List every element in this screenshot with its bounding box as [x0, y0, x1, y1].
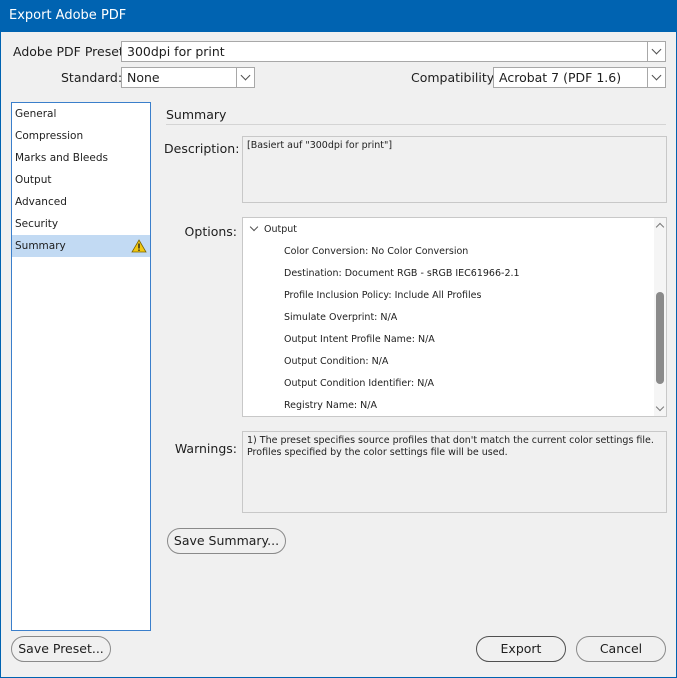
chevron-down-icon[interactable]	[647, 68, 665, 87]
description-field[interactable]: [Basiert auf "300dpi for print"]	[242, 136, 667, 203]
warnings-field[interactable]: 1) The preset specifies source profiles …	[242, 431, 667, 513]
chevron-down-icon[interactable]	[249, 222, 259, 232]
scrollbar-thumb[interactable]	[656, 292, 664, 384]
save-summary-button[interactable]: Save Summary...	[167, 528, 286, 554]
option-item: Profile Inclusion Policy: Include All Pr…	[284, 290, 482, 301]
export-button[interactable]: Export	[476, 636, 566, 662]
window-title: Export Adobe PDF	[9, 8, 127, 23]
cancel-button[interactable]: Cancel	[576, 636, 666, 662]
sidebar-item-label: Advanced	[15, 196, 67, 208]
sidebar-item-compression[interactable]: Compression	[12, 125, 150, 147]
export-pdf-dialog: Export Adobe PDF Adobe PDF Preset: 300dp…	[0, 0, 677, 678]
sidebar-item-label: Compression	[15, 130, 84, 142]
compatibility-label: Compatibility:	[411, 70, 498, 85]
tree-group-output[interactable]: Output	[264, 224, 297, 235]
sidebar-item-label: Marks and Bleeds	[15, 152, 108, 164]
compatibility-dropdown[interactable]: Acrobat 7 (PDF 1.6)	[493, 67, 666, 88]
sidebar-item-output[interactable]: Output	[12, 169, 150, 191]
sidebar-item-summary[interactable]: Summary	[12, 235, 150, 257]
description-text: [Basiert auf "300dpi for print"]	[247, 140, 393, 151]
preset-value: 300dpi for print	[127, 44, 225, 59]
warning-triangle-icon	[131, 239, 147, 253]
compatibility-value: Acrobat 7 (PDF 1.6)	[499, 70, 622, 85]
description-label: Description:	[164, 141, 240, 156]
section-title: Summary	[166, 107, 227, 122]
options-label: Options:	[184, 224, 237, 239]
option-item: Registry Name: N/A	[284, 400, 377, 411]
category-list: General Compression Marks and Bleeds Out…	[11, 102, 151, 631]
warnings-label: Warnings:	[174, 441, 237, 456]
dialog-client: Adobe PDF Preset: 300dpi for print Stand…	[1, 32, 676, 677]
section-divider	[166, 124, 666, 125]
option-item: Color Conversion: No Color Conversion	[284, 246, 469, 257]
option-item: Destination: Document RGB - sRGB IEC6196…	[284, 268, 520, 279]
sidebar-item-security[interactable]: Security	[12, 213, 150, 235]
warnings-text-line2: Profiles specified by the color settings…	[247, 447, 508, 458]
preset-dropdown[interactable]: 300dpi for print	[121, 41, 666, 62]
scroll-up-icon[interactable]	[655, 222, 665, 232]
option-item: Output Condition: N/A	[284, 356, 389, 367]
option-item: Output Intent Profile Name: N/A	[284, 334, 435, 345]
preset-label: Adobe PDF Preset:	[13, 44, 129, 59]
options-scrollbar[interactable]	[654, 218, 666, 416]
scroll-down-icon[interactable]	[655, 402, 665, 412]
standard-dropdown[interactable]: None	[121, 67, 255, 88]
standard-value: None	[127, 70, 160, 85]
sidebar-item-advanced[interactable]: Advanced	[12, 191, 150, 213]
standard-label: Standard:	[61, 70, 123, 85]
options-tree[interactable]: Output Color Conversion: No Color Conver…	[242, 217, 667, 417]
sidebar-item-label: Summary	[15, 240, 66, 252]
option-item: Simulate Overprint: N/A	[284, 312, 398, 323]
save-preset-button[interactable]: Save Preset...	[11, 636, 111, 662]
warnings-text-line1: 1) The preset specifies source profiles …	[247, 435, 654, 446]
sidebar-item-marks-and-bleeds[interactable]: Marks and Bleeds	[12, 147, 150, 169]
sidebar-item-label: Output	[15, 174, 52, 186]
chevron-down-icon[interactable]	[647, 42, 665, 61]
sidebar-item-label: General	[15, 108, 57, 120]
sidebar-item-general[interactable]: General	[12, 103, 150, 125]
sidebar-item-label: Security	[15, 218, 59, 230]
option-item: Output Condition Identifier: N/A	[284, 378, 435, 389]
chevron-down-icon[interactable]	[236, 68, 254, 87]
